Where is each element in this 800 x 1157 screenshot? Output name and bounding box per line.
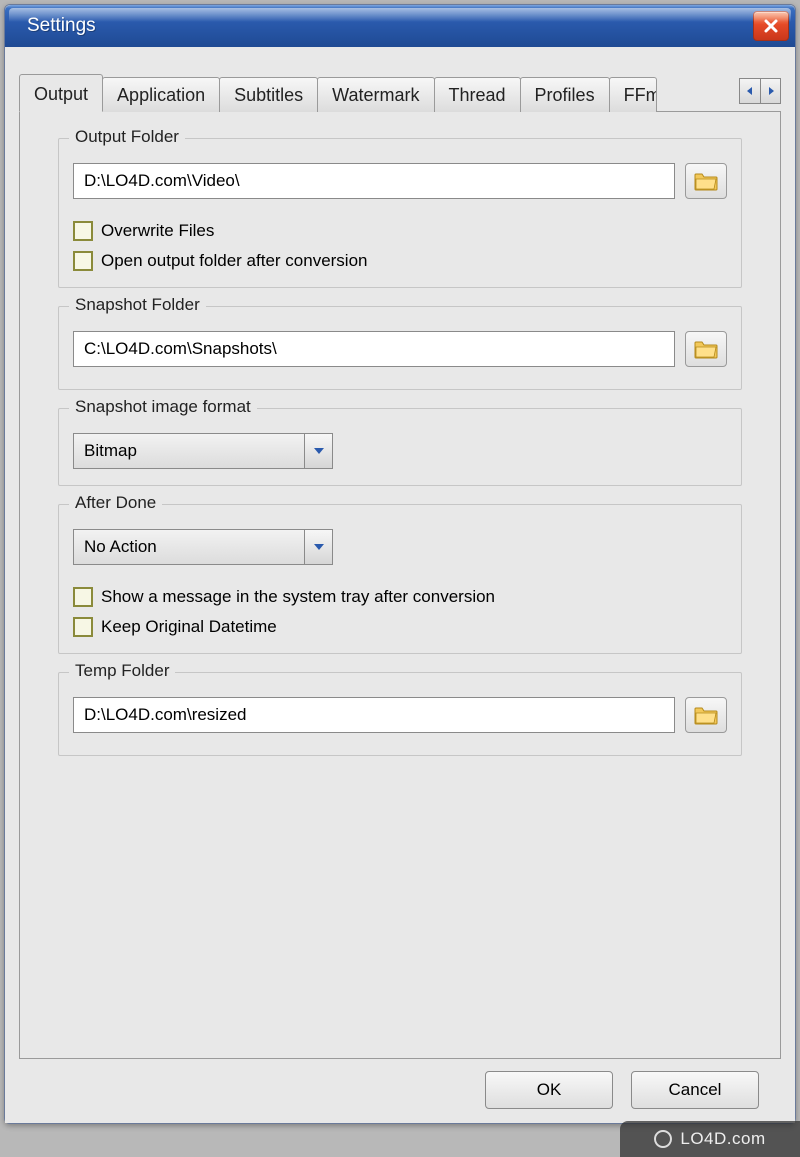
tab-output[interactable]: Output — [19, 74, 103, 112]
browse-temp-folder-button[interactable] — [685, 697, 727, 733]
triangle-left-icon — [745, 86, 755, 96]
browse-snapshot-folder-button[interactable] — [685, 331, 727, 367]
open-output-after-label: Open output folder after conversion — [101, 251, 368, 271]
group-temp-folder: Temp Folder — [58, 672, 742, 756]
group-legend: Output Folder — [69, 127, 185, 147]
ok-button[interactable]: OK — [485, 1071, 613, 1109]
tab-panel-output: Output Folder Overwrite Files Open outpu… — [19, 111, 781, 1059]
overwrite-files-label: Overwrite Files — [101, 221, 214, 241]
show-tray-message-label: Show a message in the system tray after … — [101, 587, 495, 607]
output-folder-input[interactable] — [73, 163, 675, 199]
cancel-button[interactable]: Cancel — [631, 1071, 759, 1109]
group-after-done: After Done No Action Show a message in t… — [58, 504, 742, 654]
snapshot-format-combo[interactable]: Bitmap — [73, 433, 333, 469]
combo-dropdown-button[interactable] — [304, 530, 332, 564]
folder-icon — [694, 339, 718, 359]
watermark-logo-icon — [654, 1130, 672, 1148]
temp-folder-input[interactable] — [73, 697, 675, 733]
group-legend: Temp Folder — [69, 661, 175, 681]
watermark: LO4D.com — [620, 1121, 800, 1157]
chevron-down-icon — [313, 542, 325, 552]
group-legend: Snapshot image format — [69, 397, 257, 417]
group-output-folder: Output Folder Overwrite Files Open outpu… — [58, 138, 742, 288]
close-button[interactable] — [753, 11, 789, 41]
tab-thread[interactable]: Thread — [434, 77, 521, 112]
after-done-value: No Action — [74, 537, 304, 557]
folder-icon — [694, 171, 718, 191]
snapshot-folder-input[interactable] — [73, 331, 675, 367]
close-icon — [763, 18, 779, 34]
window-title: Settings — [27, 15, 753, 37]
titlebar: Settings — [5, 5, 795, 47]
overwrite-files-checkbox[interactable] — [73, 221, 93, 241]
content-area: Output Application Subtitles Watermark T… — [5, 47, 795, 1123]
dialog-button-row: OK Cancel — [19, 1059, 781, 1109]
tab-watermark[interactable]: Watermark — [317, 77, 434, 112]
tab-scroll-right[interactable] — [760, 78, 781, 104]
tabstrip: Output Application Subtitles Watermark T… — [19, 71, 781, 111]
tab-application[interactable]: Application — [102, 77, 220, 112]
settings-window: Settings Output Application Subtitles Wa… — [4, 4, 796, 1124]
tab-scroll-left[interactable] — [739, 78, 760, 104]
snapshot-format-value: Bitmap — [74, 441, 304, 461]
browse-output-folder-button[interactable] — [685, 163, 727, 199]
watermark-text: LO4D.com — [680, 1129, 765, 1149]
keep-original-datetime-checkbox[interactable] — [73, 617, 93, 637]
show-tray-message-checkbox[interactable] — [73, 587, 93, 607]
after-done-combo[interactable]: No Action — [73, 529, 333, 565]
tab-subtitles[interactable]: Subtitles — [219, 77, 318, 112]
group-legend: Snapshot Folder — [69, 295, 206, 315]
tab-scroll — [739, 78, 781, 104]
triangle-right-icon — [766, 86, 776, 96]
keep-original-datetime-label: Keep Original Datetime — [101, 617, 277, 637]
tab-ffmpeg[interactable]: FFm — [609, 77, 657, 112]
chevron-down-icon — [313, 446, 325, 456]
group-legend: After Done — [69, 493, 162, 513]
tab-profiles[interactable]: Profiles — [520, 77, 610, 112]
group-snapshot-format: Snapshot image format Bitmap — [58, 408, 742, 486]
open-output-after-checkbox[interactable] — [73, 251, 93, 271]
combo-dropdown-button[interactable] — [304, 434, 332, 468]
folder-icon — [694, 705, 718, 725]
group-snapshot-folder: Snapshot Folder — [58, 306, 742, 390]
